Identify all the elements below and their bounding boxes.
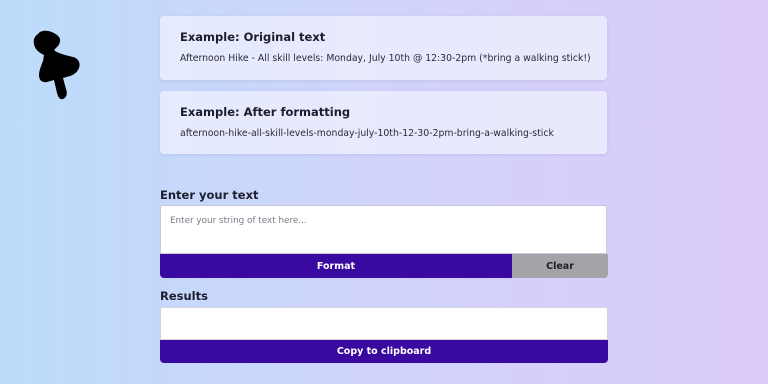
results-label: Results [160,289,208,303]
format-button[interactable]: Format [160,254,512,278]
example-formatted-text: afternoon-hike-all-skill-levels-monday-j… [180,128,554,139]
example-original-title: Example: Original text [180,30,326,44]
text-input[interactable] [160,205,607,254]
example-formatted-title: Example: After formatting [180,105,351,119]
copy-to-clipboard-button[interactable]: Copy to clipboard [160,340,608,363]
example-original-text: Afternoon Hike - All skill levels: Monda… [180,53,591,64]
results-output[interactable] [160,307,608,340]
input-label: Enter your text [160,188,259,202]
example-original-card: Example: Original text Afternoon Hike - … [160,16,607,80]
example-formatted-card: Example: After formatting afternoon-hike… [160,91,607,154]
clear-button[interactable]: Clear [512,254,608,278]
pushpin-icon [33,30,80,100]
